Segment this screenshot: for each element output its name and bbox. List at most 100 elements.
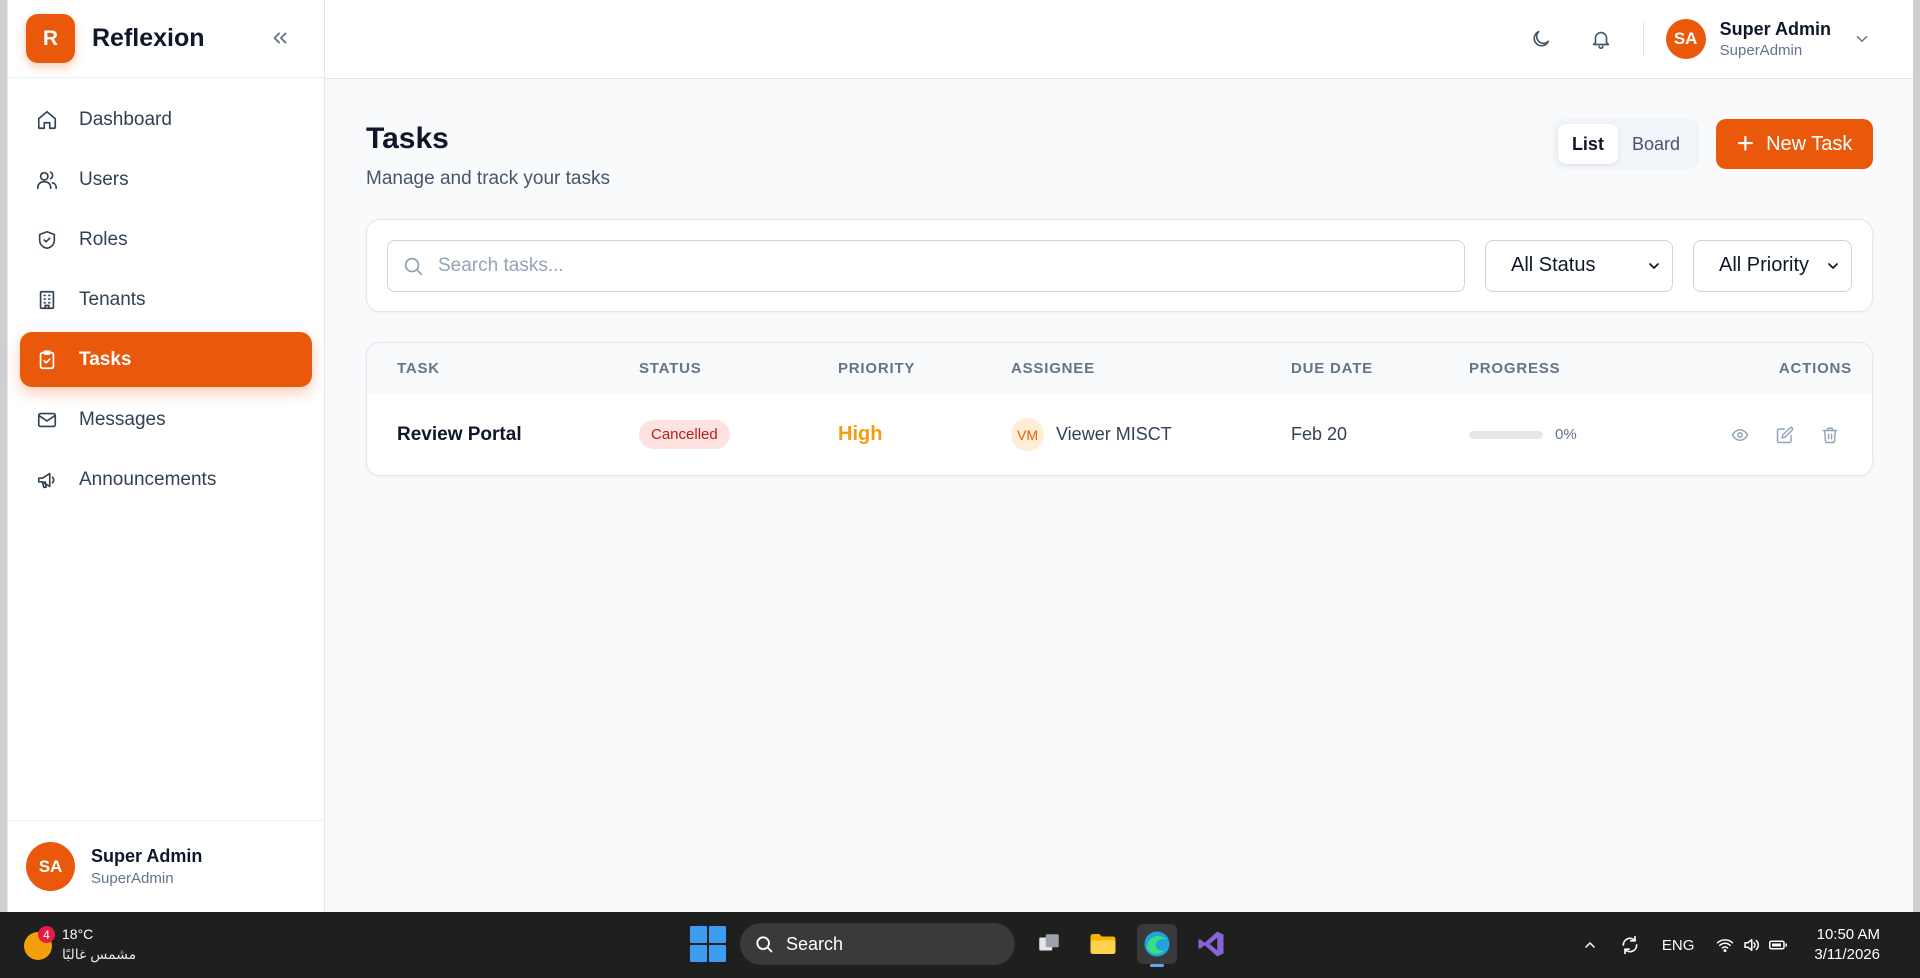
status-filter-select[interactable]: All Status	[1485, 239, 1673, 292]
page-content: Tasks Manage and track your tasks List B…	[325, 79, 1913, 476]
page-header: Tasks Manage and track your tasks List B…	[366, 119, 1873, 190]
sidebar-item-messages[interactable]: Messages	[20, 392, 312, 447]
app-logo[interactable]: R	[26, 14, 75, 63]
view-task-button[interactable]	[1728, 423, 1752, 447]
task-view-button[interactable]	[1029, 924, 1069, 964]
sidebar-item-announcements[interactable]: Announcements	[20, 452, 312, 507]
shield-icon	[35, 228, 59, 252]
search-input[interactable]: Search tasks...	[387, 239, 1465, 292]
theme-toggle-button[interactable]	[1523, 21, 1559, 57]
notifications-button[interactable]	[1583, 21, 1619, 57]
clock[interactable]: 10:50 AM 3/11/2026	[1814, 925, 1880, 965]
column-header-progress[interactable]: PROGRESS	[1469, 360, 1560, 377]
table-header: TASK STATUS PRIORITY ASSIGNEE DUE DATE P…	[367, 343, 1872, 394]
mail-icon	[35, 408, 59, 432]
column-header-due-date[interactable]: DUE DATE	[1291, 360, 1373, 377]
taskbar-search[interactable]: Search	[740, 923, 1015, 965]
column-header-priority[interactable]: PRIORITY	[838, 360, 915, 377]
sidebar-item-label: Tasks	[79, 348, 132, 370]
view-toggle: List Board	[1552, 119, 1699, 169]
os-taskbar: 4 18°C مشمس غالبًا Search ENG 10:50 AM 3…	[0, 912, 1920, 978]
home-icon	[35, 108, 59, 132]
task-name[interactable]: Review Portal	[397, 424, 522, 446]
network-button[interactable]	[1716, 936, 1734, 954]
plus-icon: +	[1736, 127, 1755, 160]
sync-icon	[1622, 935, 1638, 955]
divider	[1642, 21, 1644, 57]
task-view-icon	[1039, 934, 1059, 951]
show-hidden-icons-button[interactable]	[1582, 937, 1598, 953]
user-name: Super Admin	[1719, 19, 1831, 39]
search-placeholder: Search tasks...	[438, 254, 564, 276]
user-role: SuperAdmin	[91, 870, 174, 887]
user-name: Super Admin	[91, 846, 203, 866]
chevron-up-icon	[1585, 942, 1595, 948]
app-name: Reflexion	[92, 24, 205, 52]
language-indicator[interactable]: ENG	[1662, 937, 1695, 954]
delete-task-button[interactable]	[1818, 423, 1842, 447]
sidebar-item-tasks[interactable]: Tasks	[20, 332, 312, 387]
user-menu-button[interactable]: SA Super Admin SuperAdmin	[1665, 19, 1871, 59]
priority-filter-value: All Priority	[1719, 254, 1810, 276]
search-icon	[756, 936, 773, 953]
table-row[interactable]: Review Portal Cancelled High VM Viewer M…	[367, 394, 1872, 475]
priority-filter-select[interactable]: All Priority	[1693, 239, 1852, 292]
sidebar-item-label: Users	[79, 168, 129, 190]
sidebar-header: R Reflexion	[8, 0, 324, 78]
edit-icon	[1776, 426, 1794, 443]
sidebar-item-dashboard[interactable]: Dashboard	[20, 92, 312, 147]
column-header-actions: ACTIONS	[1778, 360, 1852, 377]
weather-badge: 4	[38, 926, 55, 943]
assignee-name: Viewer MISCT	[1056, 424, 1172, 444]
collapse-sidebar-button[interactable]	[266, 24, 294, 52]
column-header-assignee[interactable]: ASSIGNEE	[1011, 360, 1095, 377]
assignee-cell: VM Viewer MISCT	[1011, 394, 1172, 475]
priority-cell: High	[838, 394, 882, 475]
actions-cell	[1707, 394, 1842, 475]
bell-icon	[1592, 31, 1609, 49]
browser-button[interactable]	[1137, 924, 1177, 967]
volume-button[interactable]	[1742, 936, 1760, 954]
app-window: R Reflexion Dashboard Users Roles Tenant…	[7, 0, 1913, 912]
visual-studio-button[interactable]	[1191, 924, 1231, 964]
sidebar-item-label: Roles	[79, 228, 128, 250]
avatar: SA	[26, 842, 75, 891]
start-button[interactable]	[690, 926, 726, 962]
status-cell: Cancelled	[639, 394, 730, 475]
search-icon	[404, 257, 423, 275]
status-badge: Cancelled	[639, 420, 730, 449]
speaker-icon	[1744, 939, 1760, 951]
chevrons-left-icon	[273, 32, 287, 44]
sidebar-user-profile[interactable]: SA Super Admin SuperAdmin	[8, 820, 324, 912]
tasks-table: TASK STATUS PRIORITY ASSIGNEE DUE DATE P…	[366, 342, 1873, 476]
avatar: VM	[1011, 418, 1044, 451]
clipboard-check-icon	[35, 348, 59, 372]
progress-bar	[1469, 430, 1543, 439]
sidebar-item-tenants[interactable]: Tenants	[20, 272, 312, 327]
status-filter-value: All Status	[1511, 254, 1596, 276]
sidebar-item-roles[interactable]: Roles	[20, 212, 312, 267]
due-date: Feb 20	[1291, 424, 1348, 444]
column-header-status[interactable]: STATUS	[639, 360, 702, 377]
edit-task-button[interactable]	[1773, 423, 1797, 447]
column-header-task[interactable]: TASK	[397, 360, 440, 377]
new-task-button[interactable]: + New Task	[1716, 119, 1873, 169]
battery-button[interactable]	[1768, 936, 1788, 954]
sidebar: R Reflexion Dashboard Users Roles Tenant…	[8, 0, 325, 912]
moon-icon	[1533, 30, 1549, 47]
megaphone-icon	[35, 468, 59, 492]
sync-status-button[interactable]	[1620, 935, 1640, 955]
chevron-down-icon	[1828, 262, 1838, 269]
weather-widget[interactable]: 4 18°C مشمس غالبًا	[24, 926, 136, 963]
file-explorer-button[interactable]	[1083, 924, 1123, 964]
sidebar-item-users[interactable]: Users	[20, 152, 312, 207]
battery-icon	[1769, 940, 1788, 950]
sidebar-item-label: Announcements	[79, 468, 217, 490]
sidebar-item-label: Messages	[79, 408, 166, 430]
list-view-button[interactable]: List	[1557, 124, 1618, 164]
task-cell: Review Portal	[397, 394, 522, 475]
avatar: SA	[1665, 19, 1706, 59]
user-info: Super Admin SuperAdmin	[1720, 19, 1831, 59]
board-view-button[interactable]: Board	[1618, 124, 1694, 164]
progress-cell: 0%	[1469, 394, 1577, 475]
